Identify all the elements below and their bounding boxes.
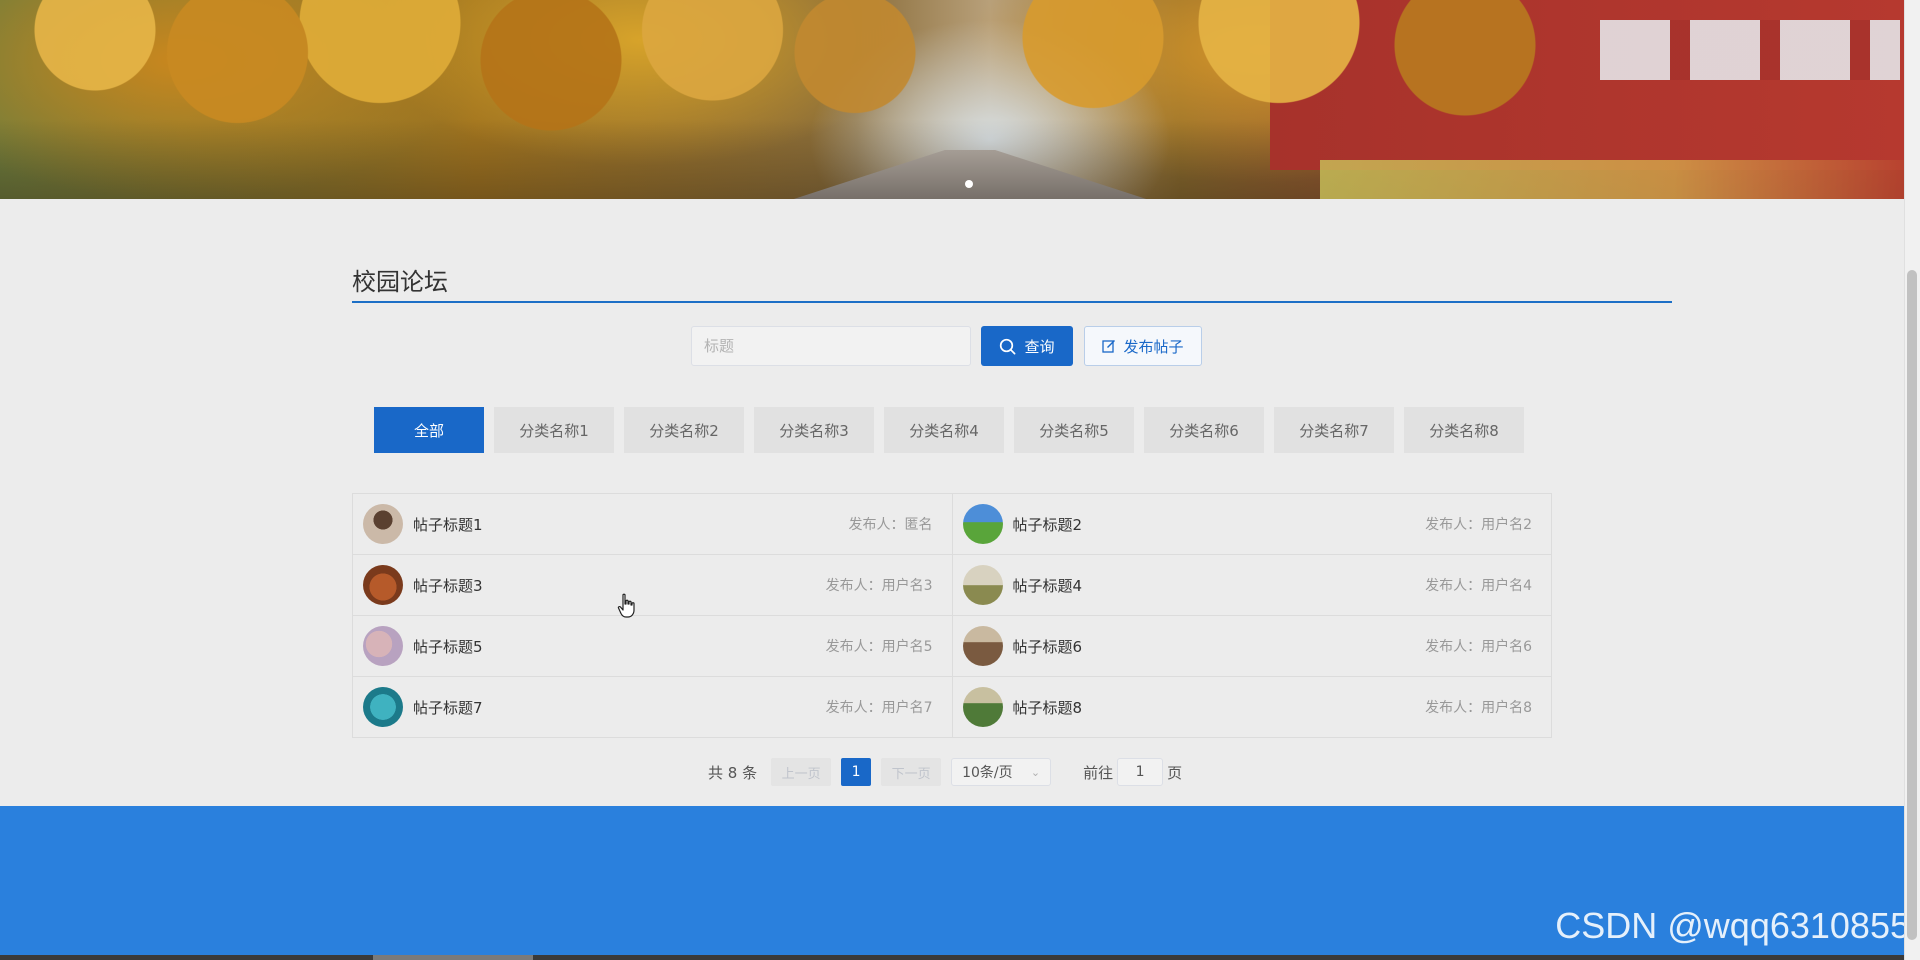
page-title: 校园论坛 — [352, 268, 448, 296]
search-icon — [1000, 338, 1016, 354]
pagination: 共 8 条 上一页 1 下一页 10条/页 ⌄ 前往 页 — [708, 758, 1182, 786]
post-avatar — [962, 687, 1003, 727]
post-avatar — [962, 626, 1003, 666]
post-title: 帖子标题4 — [1012, 576, 1083, 595]
post-item[interactable]: 帖子标题3 发布人：用户名3 — [353, 555, 953, 616]
title-underline — [352, 301, 1672, 303]
post-avatar — [363, 687, 403, 727]
post-item[interactable]: 帖子标题5 发布人：用户名5 — [353, 616, 953, 677]
scrollbar-thumb[interactable] — [1907, 270, 1917, 940]
prev-page-button[interactable]: 上一页 — [771, 758, 832, 786]
chevron-down-icon: ⌄ — [1030, 765, 1041, 779]
page-scrollbar[interactable] — [1904, 0, 1920, 960]
query-button-label: 查询 — [1024, 337, 1055, 356]
post-item[interactable]: 帖子标题1 发布人：匿名 — [353, 494, 953, 555]
goto-page-input[interactable] — [1117, 758, 1164, 786]
post-title: 帖子标题1 — [413, 515, 483, 534]
post-title: 帖子标题3 — [413, 576, 483, 595]
post-title: 帖子标题2 — [1012, 515, 1083, 534]
post-avatar — [962, 504, 1003, 544]
post-list: 帖子标题1 发布人：匿名 帖子标题2 发布人：用户名2 帖子标题3 发布人：用户… — [352, 493, 1552, 738]
banner-trees-right — [1000, 0, 1620, 150]
carousel-indicator[interactable] — [965, 180, 973, 188]
page-size-value: 10条/页 — [962, 765, 1013, 781]
campus-banner — [0, 0, 1904, 199]
post-title: 帖子标题6 — [1012, 637, 1083, 656]
post-author: 发布人：用户名7 — [825, 700, 933, 716]
post-avatar — [363, 565, 403, 605]
publish-post-label: 发布帖子 — [1123, 337, 1184, 356]
category-tab-all[interactable]: 全部 — [374, 407, 484, 453]
edit-icon — [1102, 340, 1116, 353]
post-author: 发布人：用户名4 — [1425, 578, 1532, 594]
banner-trees-left — [0, 0, 950, 150]
banner-shrubs — [1320, 160, 1904, 199]
post-title: 帖子标题7 — [413, 698, 483, 717]
post-avatar — [363, 504, 403, 544]
goto-suffix: 页 — [1167, 763, 1183, 782]
publish-post-button[interactable]: 发布帖子 — [1084, 326, 1202, 366]
watermark: CSDN @wqq6310855 — [1555, 905, 1910, 946]
post-author: 发布人：用户名2 — [1425, 517, 1532, 533]
category-tab[interactable]: 分类名称2 — [624, 407, 744, 453]
post-author: 发布人：用户名8 — [1425, 700, 1532, 716]
post-author: 发布人：用户名5 — [825, 639, 933, 655]
post-author: 发布人：用户名6 — [1425, 639, 1532, 655]
page-number-current[interactable]: 1 — [841, 758, 872, 786]
post-title: 帖子标题5 — [413, 637, 483, 656]
category-tab[interactable]: 分类名称4 — [884, 407, 1004, 453]
post-item[interactable]: 帖子标题7 发布人：用户名7 — [353, 677, 953, 738]
next-page-button[interactable]: 下一页 — [881, 758, 942, 786]
post-author: 发布人：匿名 — [848, 517, 933, 533]
category-tab[interactable]: 分类名称6 — [1144, 407, 1264, 453]
post-item[interactable]: 帖子标题6 发布人：用户名6 — [952, 616, 1552, 677]
post-item[interactable]: 帖子标题8 发布人：用户名8 — [952, 677, 1552, 738]
post-item[interactable]: 帖子标题4 发布人：用户名4 — [952, 555, 1552, 616]
taskbar-strip — [0, 955, 1904, 960]
category-tab[interactable]: 分类名称1 — [494, 407, 614, 453]
pagination-total: 共 8 条 — [708, 763, 758, 782]
post-item[interactable]: 帖子标题2 发布人：用户名2 — [952, 494, 1552, 555]
category-tab[interactable]: 分类名称5 — [1014, 407, 1134, 453]
post-title: 帖子标题8 — [1012, 698, 1083, 717]
post-avatar — [962, 565, 1003, 605]
page-size-select[interactable]: 10条/页 ⌄ — [951, 758, 1052, 786]
category-tab[interactable]: 分类名称3 — [754, 407, 874, 453]
category-tab[interactable]: 分类名称7 — [1274, 407, 1394, 453]
search-input[interactable] — [691, 326, 971, 366]
hand-cursor-icon — [617, 593, 635, 618]
category-tab[interactable]: 分类名称8 — [1404, 407, 1524, 453]
post-author: 发布人：用户名3 — [825, 578, 933, 594]
banner-road — [760, 150, 1180, 199]
goto-prefix: 前往 — [1083, 763, 1114, 782]
post-avatar — [363, 626, 403, 666]
category-tabs: 全部 分类名称1 分类名称2 分类名称3 分类名称4 分类名称5 分类名称6 分… — [374, 407, 1524, 453]
query-button[interactable]: 查询 — [981, 326, 1073, 366]
